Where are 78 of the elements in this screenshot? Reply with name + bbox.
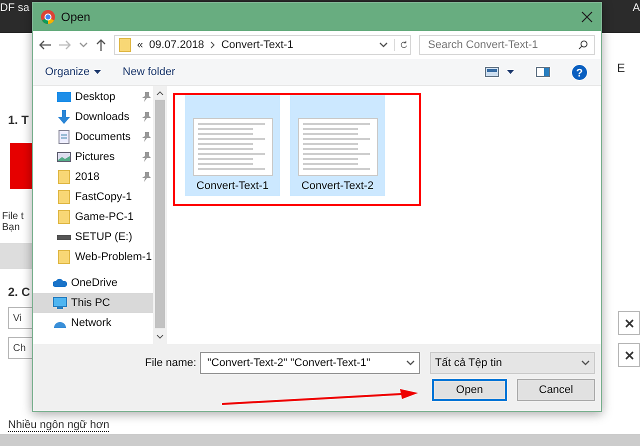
monitor-icon <box>53 296 67 310</box>
pin-icon[interactable] <box>142 112 151 122</box>
document-icon <box>57 130 71 144</box>
pin-icon[interactable] <box>142 132 151 142</box>
folder-icon <box>57 250 71 264</box>
section-band <box>0 243 32 269</box>
search-icon <box>578 40 588 50</box>
toolbar-button[interactable]: New folder <box>122 66 176 78</box>
preview-pane-icon[interactable] <box>536 67 550 77</box>
remove-button[interactable] <box>618 311 640 335</box>
address-bar[interactable]: « 09.07.2018 Convert-Text-1 <box>114 35 411 55</box>
page-text: E <box>616 61 625 75</box>
file-tile[interactable]: Convert-Text-2 <box>290 95 385 196</box>
page-header-text: DF sa <box>0 2 30 14</box>
file-name-box[interactable]: "Convert-Text-2" "Convert-Text-1" <box>200 352 420 374</box>
browser-logo-icon <box>41 10 55 24</box>
monitor-icon <box>57 90 71 104</box>
scrollbar[interactable] <box>153 86 167 344</box>
cloud-icon <box>53 276 67 290</box>
cancel-button[interactable]: Cancel <box>517 379 595 401</box>
file-name-label: File name: <box>145 357 196 369</box>
view-icon[interactable] <box>485 67 499 77</box>
close-icon <box>624 350 634 360</box>
sidebar-item[interactable]: This PC <box>33 293 153 313</box>
folder-icon <box>57 190 71 204</box>
back-arrow-icon[interactable] <box>39 40 51 50</box>
pin-icon[interactable] <box>142 92 151 102</box>
page-header-text: A <box>632 2 640 14</box>
recent-dropdown-icon[interactable] <box>79 42 88 48</box>
up-arrow-icon[interactable] <box>96 39 106 51</box>
note-text: File t <box>1 211 25 222</box>
section-heading: 1. T <box>7 113 30 127</box>
caret-icon[interactable] <box>507 70 514 74</box>
drive-icon <box>57 234 71 240</box>
open-button[interactable]: Open <box>432 379 507 401</box>
help-icon[interactable]: ? <box>572 64 587 80</box>
sidebar-item[interactable]: Network <box>33 313 153 333</box>
chevron-down-icon[interactable] <box>406 360 415 366</box>
sidebar-item[interactable]: Desktop <box>33 87 153 107</box>
file-type-dropdown[interactable]: Tất cả Tệp tin <box>430 352 595 374</box>
section-heading: 2. C <box>7 285 32 299</box>
file-name-field[interactable]: "Convert-Text-2" "Convert-Text-1" <box>205 356 406 370</box>
folder-icon <box>57 170 71 184</box>
path-segment[interactable]: Convert-Text-1 <box>221 39 294 51</box>
caret-icon <box>94 70 101 74</box>
sidebar-item[interactable]: SETUP (E:) <box>33 227 153 247</box>
refresh-icon[interactable] <box>394 39 410 51</box>
close-icon[interactable] <box>581 11 593 23</box>
remove-button[interactable] <box>618 343 640 367</box>
chevron-down-icon[interactable] <box>581 360 590 366</box>
sidebar-item[interactable]: 2018 <box>33 167 153 187</box>
folder-icon <box>57 210 71 224</box>
window-title: Open <box>61 10 92 24</box>
note-text: Bạn <box>1 222 21 233</box>
sidebar-item[interactable]: Game-PC-1 <box>33 207 153 227</box>
sidebar-item[interactable]: Documents <box>33 127 153 147</box>
pin-icon[interactable] <box>142 152 151 162</box>
sidebar-item[interactable]: Downloads <box>33 107 153 127</box>
help-mark: ? <box>576 67 583 79</box>
chevron-right-icon[interactable] <box>210 41 216 49</box>
picture-icon <box>57 150 71 164</box>
sidebar-item[interactable]: Pictures <box>33 147 153 167</box>
file-tile[interactable]: Convert-Text-1 <box>185 95 280 196</box>
path-segment[interactable]: 09.07.2018 <box>149 39 204 51</box>
folder-icon <box>119 38 131 52</box>
more-languages-link[interactable]: Nhiều ngôn ngữ hơn <box>8 419 110 432</box>
sidebar-item[interactable]: FastCopy-1 <box>33 187 153 207</box>
sidebar-item[interactable]: Web-Problem-1 <box>33 247 153 267</box>
sidebar-item[interactable]: OneDrive <box>33 273 153 293</box>
search-box[interactable]: Search Convert-Text-1 <box>419 35 595 55</box>
path-overflow[interactable]: « <box>137 39 144 51</box>
history-dropdown-icon[interactable] <box>379 42 388 48</box>
pin-icon[interactable] <box>142 172 151 182</box>
toolbar-button[interactable]: Organize <box>45 66 101 78</box>
down-arrow-icon <box>57 110 71 124</box>
close-icon <box>624 318 634 328</box>
file-name: Convert-Text-2 <box>301 180 374 192</box>
file-name: Convert-Text-1 <box>196 180 269 192</box>
